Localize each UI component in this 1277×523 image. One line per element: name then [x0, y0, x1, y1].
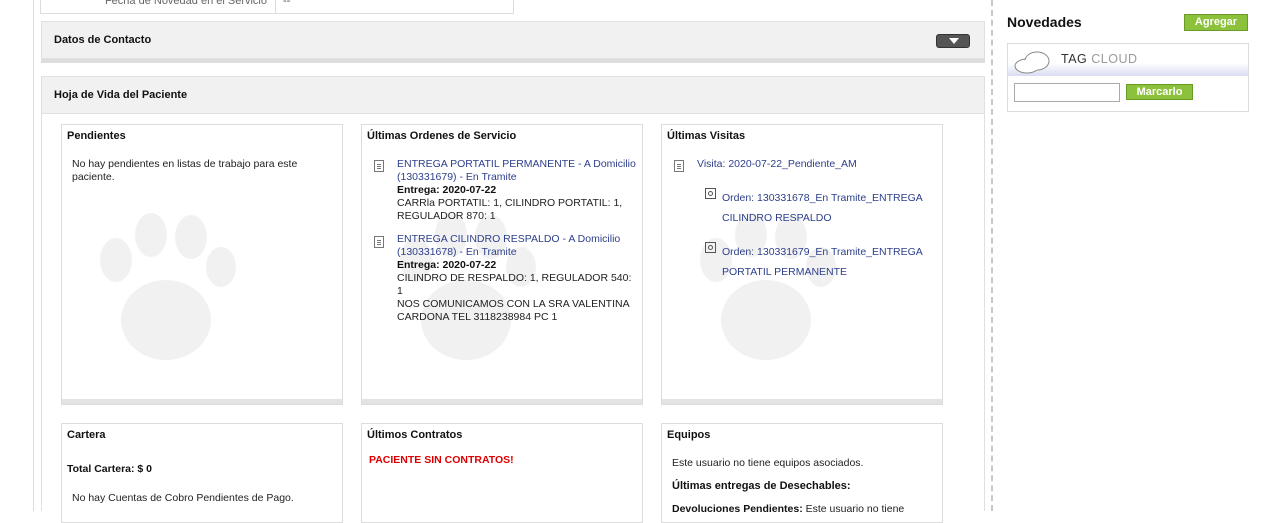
equipos-box: Equipos Este usuario no tiene equipos as… — [661, 423, 943, 523]
contratos-box: Últimos Contratos PACIENTE SIN CONTRATOS… — [361, 423, 643, 523]
marcarlo-button[interactable]: Marcarlo — [1126, 84, 1193, 100]
hoja-panel-title: Hoja de Vida del Paciente — [54, 89, 188, 101]
visit-order-line2[interactable]: PORTATIL PERMANENTE — [722, 262, 847, 282]
cartera-empty: No hay Cuentas de Cobro Pendientes de Pa… — [72, 492, 294, 504]
paw-watermark-icon — [700, 213, 836, 360]
order-detail: 1 — [397, 285, 403, 297]
content-border — [33, 0, 34, 511]
tag-cloud-box: TAG CLOUD Marcarlo — [1007, 43, 1249, 112]
order-link-line1[interactable]: ENTREGA PORTATIL PERMANENTE - A Domicili… — [397, 158, 636, 171]
order-link-line2[interactable]: (130331678) - En Tramite — [397, 246, 517, 259]
visit-order-line1[interactable]: Orden: 130331679_En Tramite_ENTREGA — [722, 242, 923, 262]
tag-cloud-title: TAG CLOUD — [1061, 52, 1138, 66]
order-icon — [705, 242, 716, 253]
order-detail: CILINDRO DE RESPALDO: 1, REGULADOR 540: — [397, 272, 632, 284]
order-icon — [705, 188, 716, 199]
novedades-title: Novedades — [1007, 14, 1082, 30]
column-divider — [991, 0, 993, 511]
main-content: Fecha de Novedad en el Servicio -- Datos… — [0, 0, 990, 523]
order-link-line2[interactable]: (130331679) - En Tramite — [397, 171, 517, 184]
cartera-box: Cartera Total Cartera: $ 0 No hay Cuenta… — [61, 423, 343, 523]
novedad-date-value: -- — [283, 0, 291, 7]
order-link-line1[interactable]: ENTREGA CILINDRO RESPALDO - A Domicilio — [397, 233, 620, 246]
pendientes-title: Pendientes — [67, 130, 126, 142]
document-icon — [374, 160, 384, 172]
contratos-title: Últimos Contratos — [367, 429, 463, 441]
hoja-panel-header[interactable]: Hoja de Vida del Paciente — [41, 76, 985, 114]
pendientes-box: Pendientes No hay pendientes en listas d… — [61, 124, 343, 405]
order-detail: CARDONA TEL 3118238984 PC 1 — [397, 311, 558, 323]
paw-watermark-icon — [100, 213, 236, 360]
order-detail: NOS COMUNICAMOS CON LA SRA VALENTINA — [397, 298, 630, 310]
cloud-word: CLOUD — [1091, 52, 1138, 66]
equipos-title: Equipos — [667, 429, 711, 441]
order-entrega: Entrega: 2020-07-22 — [397, 184, 497, 196]
contacto-panel-title: Datos de Contacto — [54, 34, 152, 46]
visitas-title: Últimas Visitas — [667, 130, 746, 142]
ordenes-box: Últimas Ordenes de Servicio ENTREGA PORT… — [361, 124, 643, 405]
cartera-title: Cartera — [67, 429, 106, 441]
box-bottom-bar — [62, 399, 342, 404]
tag-input[interactable] — [1014, 83, 1120, 102]
pendientes-empty-line2: paciente. — [72, 171, 115, 183]
expand-toggle-icon[interactable] — [936, 34, 970, 48]
visit-order-line1[interactable]: Orden: 130331678_En Tramite_ENTREGA — [722, 188, 923, 208]
tag-word: TAG — [1061, 52, 1088, 66]
contacto-panel-header[interactable]: Datos de Contacto — [41, 21, 985, 63]
novedad-date-row: Fecha de Novedad en el Servicio -- — [40, 0, 514, 14]
box-bottom-bar — [362, 399, 642, 404]
cartera-total: Total Cartera: $ 0 — [67, 463, 152, 475]
visit-link[interactable]: Visita: 2020-07-22_Pendiente_AM — [697, 158, 857, 171]
devoluciones-label: Devoluciones Pendientes: — [672, 503, 803, 515]
equipos-empty: Este usuario no tiene equipos asociados. — [672, 457, 864, 469]
agregar-button[interactable]: Agregar — [1184, 14, 1248, 31]
order-detail: REGULADOR 870: 1 — [397, 210, 496, 222]
visitas-box: Últimas Visitas Visita: 2020-07-22_Pendi… — [661, 124, 943, 405]
order-detail: CARRla PORTATIL: 1, CILINDRO PORTATIL: 1… — [397, 197, 623, 209]
visit-order-line2[interactable]: CILINDRO RESPALDO — [722, 208, 832, 228]
panel-shadow — [41, 59, 985, 63]
document-icon — [674, 160, 684, 172]
paw-watermark-icon — [400, 213, 536, 360]
field-separator — [275, 0, 276, 13]
contratos-empty: PACIENTE SIN CONTRATOS! — [369, 454, 514, 466]
document-icon — [374, 236, 384, 248]
pendientes-empty-line1: No hay pendientes en listas de trabajo p… — [72, 158, 298, 170]
desechables-heading: Últimas entregas de Desechables: — [672, 480, 851, 492]
devoluciones-line: Devoluciones Pendientes: Este usuario no… — [672, 503, 904, 516]
devoluciones-text: Este usuario no tiene — [805, 503, 905, 515]
novedad-date-label: Fecha de Novedad en el Servicio — [104, 0, 267, 7]
order-entrega: Entrega: 2020-07-22 — [397, 259, 497, 271]
sidebar: Novedades Agregar TAG CLOUD Marcarlo — [1007, 0, 1277, 511]
cloud-icon — [1014, 51, 1050, 74]
box-bottom-bar — [662, 399, 942, 404]
ordenes-title: Últimas Ordenes de Servicio — [367, 130, 517, 142]
